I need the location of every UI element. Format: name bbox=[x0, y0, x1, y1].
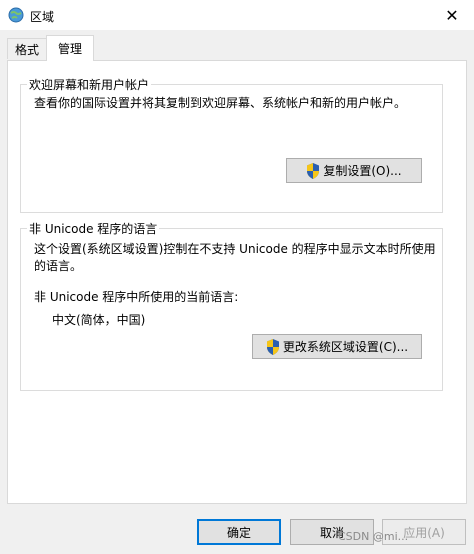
watermark: CSDN @mi... bbox=[338, 530, 409, 543]
current-language-value: 中文(简体，中国) bbox=[52, 313, 146, 327]
tab-administrative[interactable]: 管理 bbox=[46, 35, 94, 61]
ok-button[interactable]: 确定 bbox=[197, 519, 281, 545]
globe-icon bbox=[8, 7, 24, 23]
uac-shield-icon bbox=[307, 162, 320, 179]
current-language-label: 非 Unicode 程序中所使用的当前语言: bbox=[34, 290, 239, 304]
tab-panel-administrative: 欢迎屏幕和新用户帐户 查看你的国际设置并将其复制到欢迎屏幕、系统帐户和新的用户帐… bbox=[7, 60, 467, 504]
title-bar: 区域 ✕ bbox=[0, 0, 474, 30]
copy-settings-label: 复制设置(O)... bbox=[323, 164, 402, 178]
close-icon: ✕ bbox=[445, 5, 459, 25]
welcome-screen-description: 查看你的国际设置并将其复制到欢迎屏幕、系统帐户和新的用户帐户。 bbox=[34, 96, 407, 110]
nonunicode-description-line2: 的语言。 bbox=[34, 259, 83, 273]
change-system-locale-label: 更改系统区域设置(C)... bbox=[282, 340, 409, 354]
welcome-screen-legend: 欢迎屏幕和新用户帐户 bbox=[27, 76, 152, 93]
nonunicode-legend: 非 Unicode 程序的语言 bbox=[27, 220, 160, 237]
tab-format[interactable]: 格式 bbox=[7, 38, 47, 59]
close-button[interactable]: ✕ bbox=[430, 0, 474, 30]
nonunicode-description-line1: 这个设置(系统区域设置)控制在不支持 Unicode 的程序中显示文本时所使用 bbox=[34, 242, 436, 256]
uac-shield-icon bbox=[266, 338, 279, 355]
copy-settings-button[interactable]: 复制设置(O)... bbox=[286, 158, 422, 183]
change-system-locale-button[interactable]: 更改系统区域设置(C)... bbox=[252, 334, 422, 359]
window-title: 区域 bbox=[30, 10, 55, 24]
